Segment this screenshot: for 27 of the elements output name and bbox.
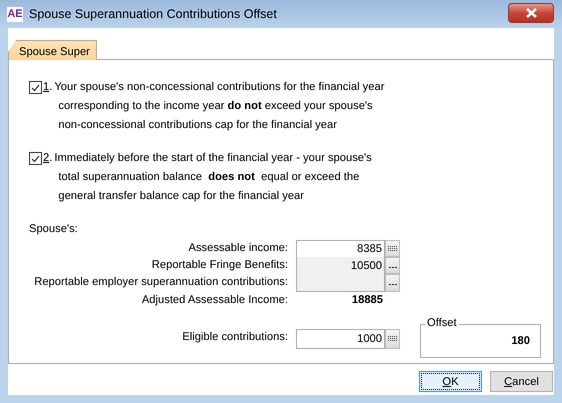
field-label: Adjusted Assessable Income: — [140, 293, 288, 308]
window-title: Spouse Superannuation Contributions Offset — [29, 7, 278, 21]
field-label: Assessable income: — [188, 241, 288, 256]
checkbox[interactable] — [29, 152, 42, 165]
group-legend: Offset — [425, 317, 459, 329]
section-label: Spouse's: — [29, 222, 79, 237]
calculator-button[interactable] — [385, 329, 400, 349]
dialog-button[interactable]: Cancel — [490, 371, 553, 392]
close-button[interactable] — [508, 3, 554, 23]
input-field[interactable]: 8385 — [296, 240, 385, 257]
input-field[interactable]: 1000 — [296, 329, 385, 349]
browse-button[interactable] — [385, 274, 400, 292]
calculator-button[interactable] — [385, 240, 400, 257]
total-value: 18885 — [350, 293, 384, 308]
condition-text: Your spouse's non-concessional contributions for the financial year corresponding to the income year do not exceed your spouse's non-concessional contributions cap for the financial year — [54, 80, 384, 133]
offset-value: 180 — [511, 335, 530, 347]
field-label: Reportable employer superannuation contributions: — [33, 275, 288, 290]
tab[interactable]: Spouse Super — [8, 40, 97, 60]
item-number: 2. — [43, 151, 52, 166]
close-icon — [526, 8, 536, 18]
checkbox[interactable] — [29, 81, 42, 94]
item-number: 1. — [43, 80, 52, 95]
condition-text: Immediately before the start of the financial year - your spouse's total superannuation balance does not equal or exceed the general transfer balance cap for the financial year — [54, 151, 372, 204]
field-label: Reportable Fringe Benefits: — [150, 258, 288, 273]
field-label: Eligible contributions: — [181, 330, 288, 345]
dialog-button[interactable]: OK — [419, 371, 482, 392]
browse-button[interactable] — [385, 257, 400, 274]
